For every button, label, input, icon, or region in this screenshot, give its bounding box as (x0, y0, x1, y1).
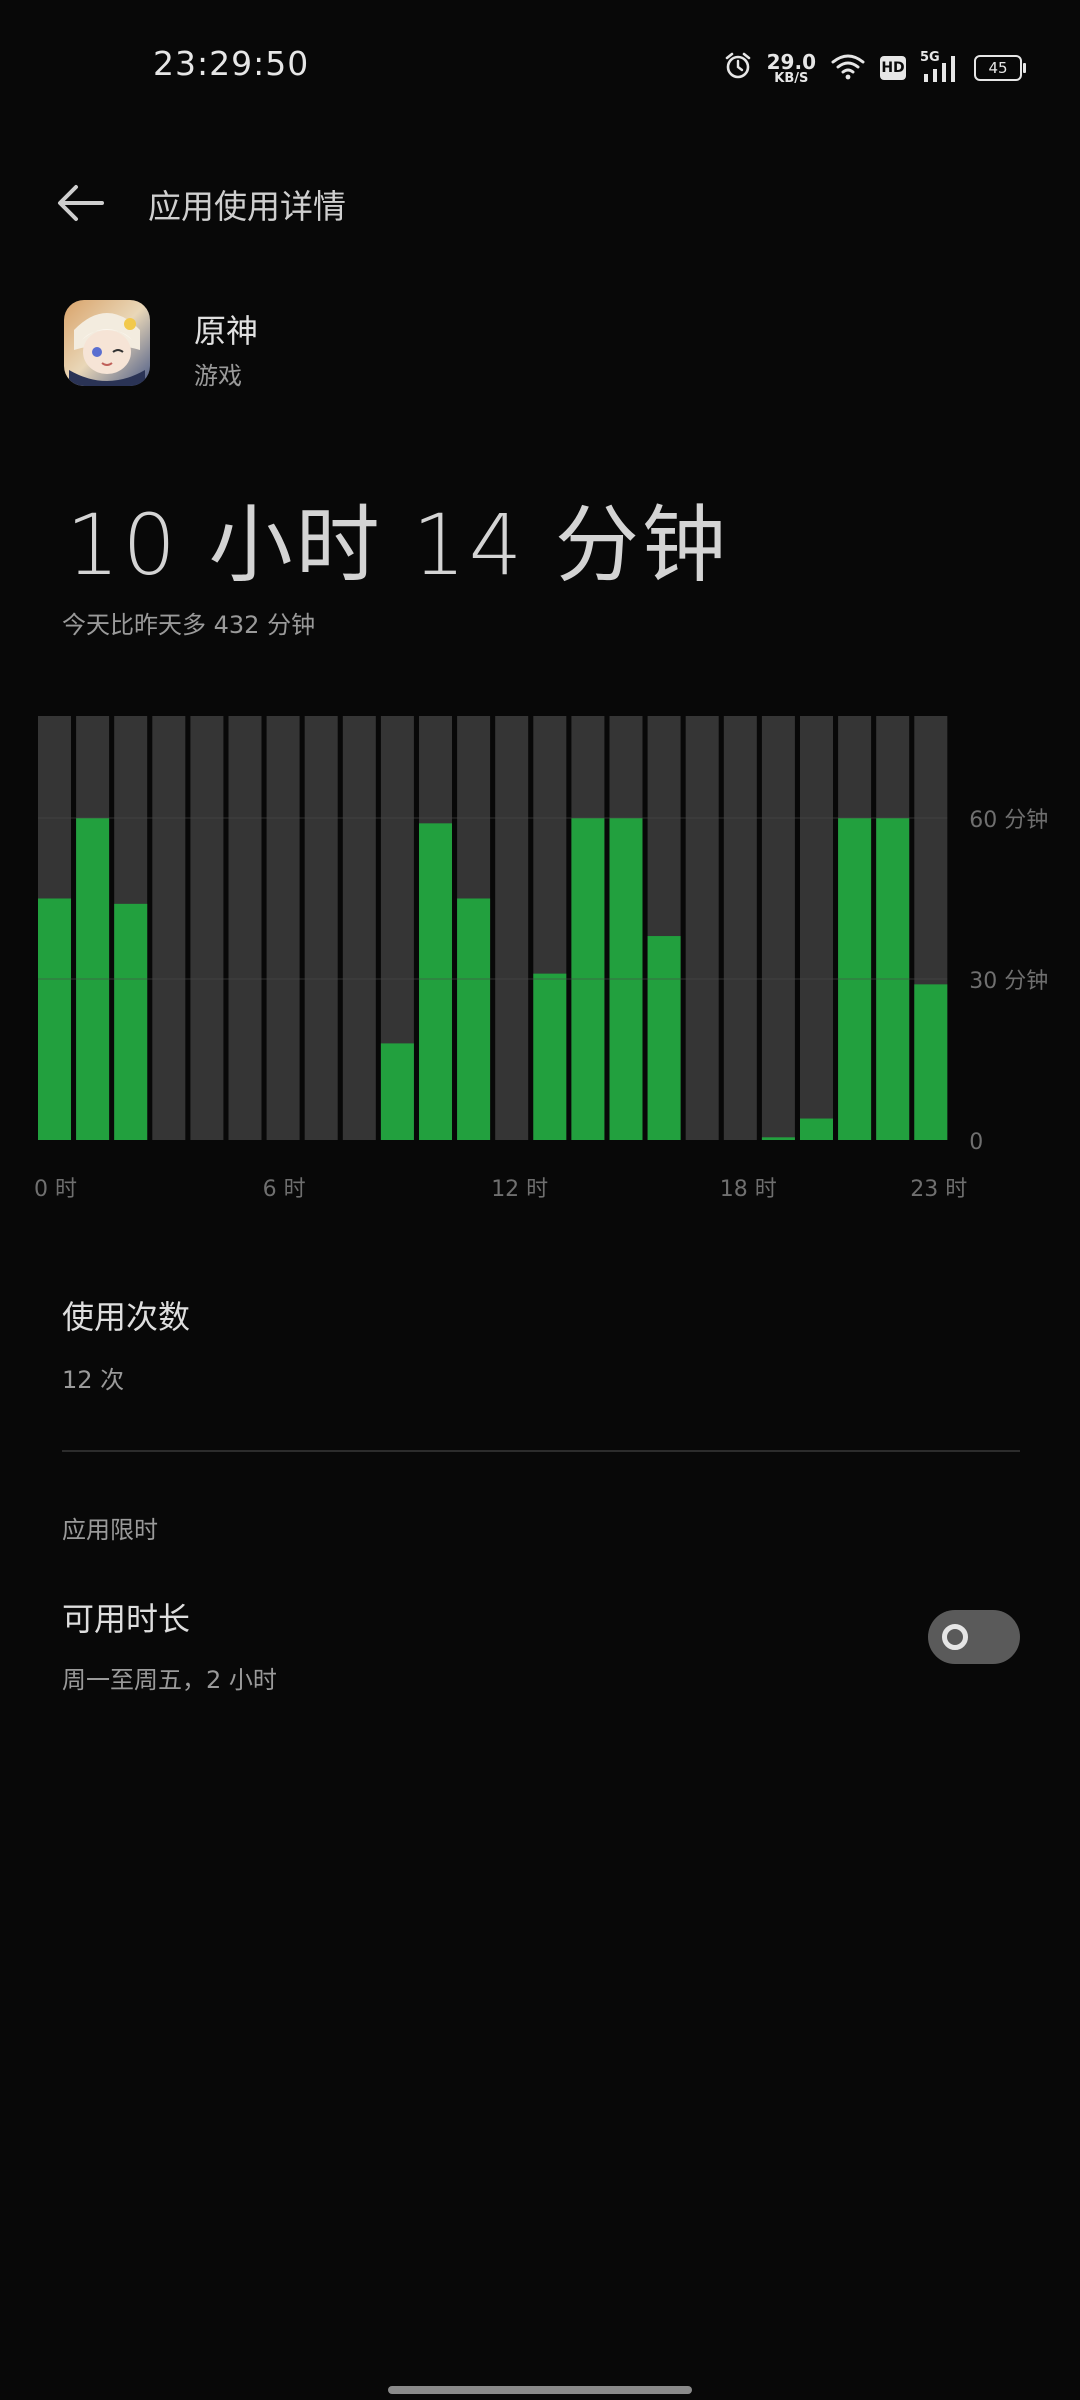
usage-bar (38, 898, 71, 1140)
bar-track (304, 716, 338, 1140)
usage-bar (457, 898, 491, 1140)
x-tick-label: 23 时 (910, 1177, 967, 1202)
bar-track (685, 716, 719, 1140)
page-title: 应用使用详情 (148, 187, 346, 226)
battery-level: 45 (988, 59, 1008, 77)
back-button[interactable] (52, 175, 108, 231)
hourly-usage-chart: 0 30 分钟 60 分钟 0 时 6 时 12 时 18 时 23 时 (34, 716, 1048, 1202)
usage-count-value: 12 次 (62, 1366, 125, 1394)
app-category: 游戏 (194, 362, 242, 390)
section-divider (62, 1450, 1020, 1452)
bar-track (152, 716, 186, 1140)
wifi-icon (830, 52, 866, 84)
alarm-icon (723, 51, 753, 85)
toggle-knob (942, 1624, 968, 1650)
y-tick-label: 60 分钟 (969, 808, 1048, 833)
bar-track (266, 716, 300, 1140)
bar-track (190, 716, 224, 1140)
usage-count-title: 使用次数 (62, 1298, 191, 1336)
app-name: 原神 (194, 312, 259, 350)
total-usage-time: 10 小时 14 分钟 (66, 496, 729, 594)
bar-track (723, 716, 757, 1140)
home-indicator[interactable] (388, 2386, 692, 2394)
usage-bar (914, 984, 948, 1140)
usage-comparison: 今天比昨天多 432 分钟 (62, 611, 316, 639)
status-clock: 23:29:50 (153, 44, 310, 83)
battery-icon: 45 (974, 55, 1026, 81)
x-tick-label: 6 时 (263, 1177, 306, 1202)
status-icons: 29.0 KB/S HD 5G 45 (723, 48, 1026, 88)
available-duration-row[interactable]: 可用时长 周一至周五，2 小时 (62, 1594, 1020, 1704)
available-duration-description: 周一至周五，2 小时 (62, 1666, 277, 1694)
bar-track (800, 716, 833, 1140)
y-tick-label: 30 分钟 (969, 969, 1048, 994)
usage-bar (647, 936, 681, 1140)
x-tick-label: 18 时 (720, 1177, 777, 1202)
hd-icon: HD (880, 56, 906, 80)
bar-track (495, 716, 529, 1140)
usage-bar (114, 903, 148, 1140)
usage-bar (800, 1118, 833, 1140)
app-icon (64, 300, 150, 386)
app-limit-section-label: 应用限时 (62, 1516, 158, 1544)
network-speed-unit: KB/S (774, 70, 809, 86)
network-speed: 29.0 KB/S (767, 52, 816, 85)
usage-bar (761, 1137, 795, 1140)
x-tick-label: 12 时 (491, 1177, 548, 1202)
x-tick-label: 0 时 (34, 1177, 77, 1202)
bar-track (342, 716, 376, 1140)
usage-bar (419, 823, 452, 1140)
back-arrow-icon (58, 185, 104, 221)
bar-track (761, 716, 795, 1140)
usage-count-section: 使用次数 12 次 (62, 1292, 190, 1395)
bar-track (228, 716, 262, 1140)
network-speed-value: 29.0 (766, 49, 816, 74)
status-bar: 23:29:50 29.0 KB/S HD 5G 45 (0, 0, 1080, 130)
y-tick-label: 0 (969, 1130, 983, 1155)
signal-icon: 5G (920, 50, 960, 84)
app-limit-toggle[interactable] (928, 1610, 1020, 1664)
usage-bar (380, 1043, 414, 1140)
usage-bar (533, 973, 567, 1140)
available-duration-title: 可用时长 (62, 1600, 191, 1638)
